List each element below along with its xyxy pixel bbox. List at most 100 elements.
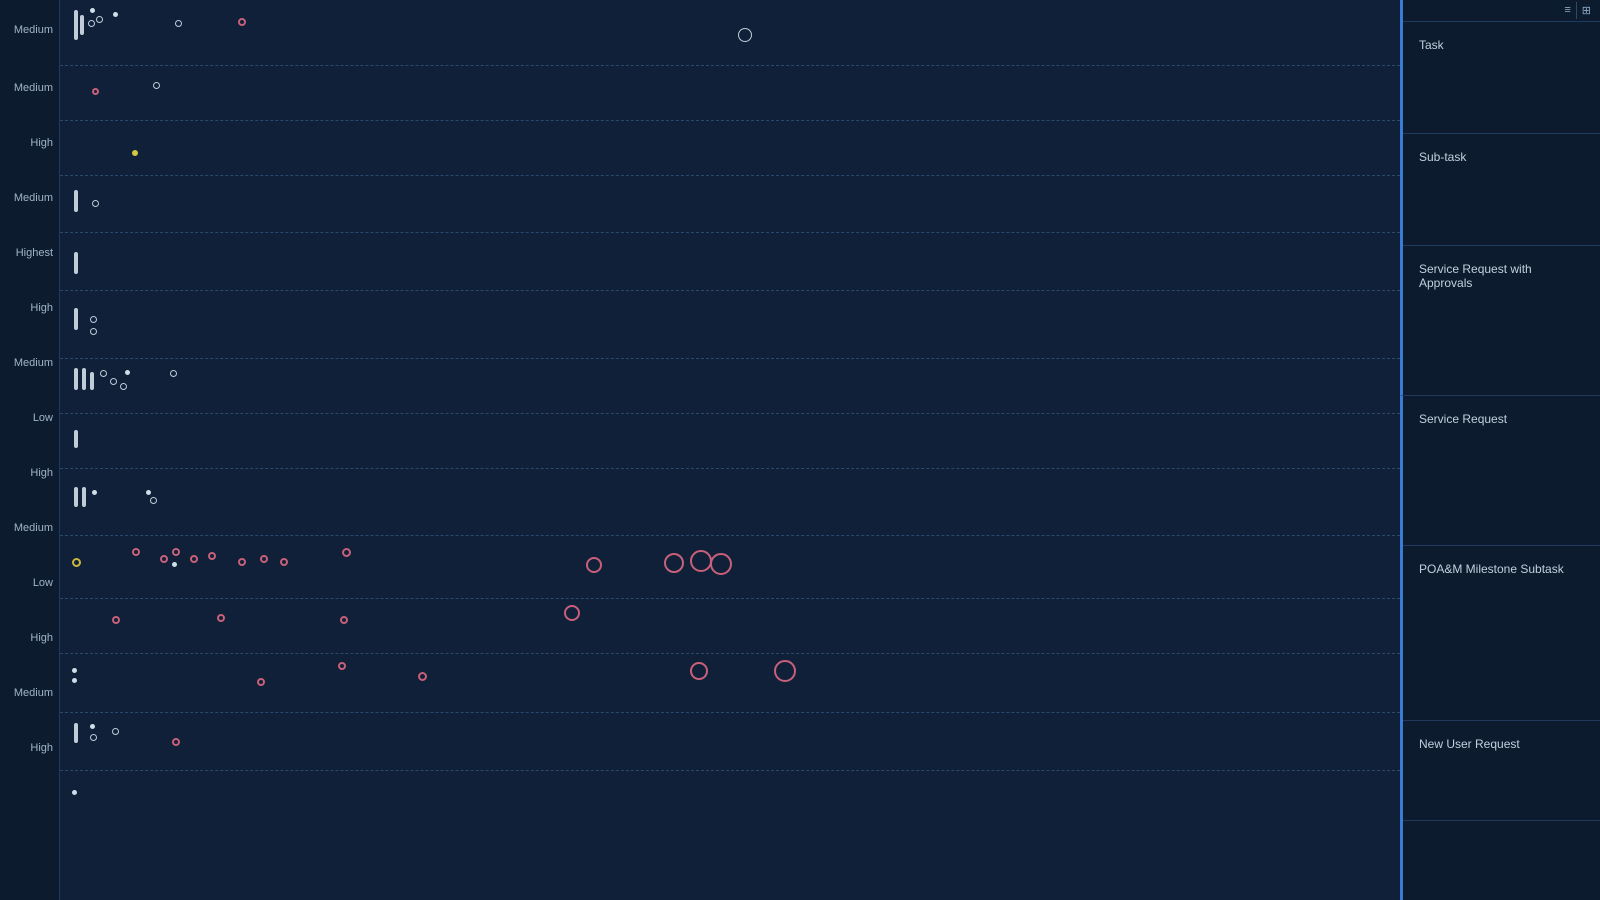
panel-label-task: Task: [1419, 38, 1444, 52]
dot-51: [172, 738, 180, 746]
bar-12: [74, 723, 78, 743]
dot-33: [586, 557, 602, 573]
dot-44: [338, 662, 346, 670]
dot-8: [92, 88, 99, 95]
label-highest: Highest: [0, 225, 59, 280]
dot-18: [170, 370, 177, 377]
panel-label-poam: POA&M Milestone Subtask: [1419, 562, 1564, 576]
panel-item-service-request-approvals: Service Request with Approvals: [1400, 246, 1600, 396]
panel-label-new-user: New User Request: [1419, 737, 1520, 751]
dashed-line-6: [60, 358, 1400, 359]
dot-19: [92, 490, 97, 495]
dot-36: [710, 553, 732, 575]
main-chart-area: [60, 0, 1400, 900]
dot-24: [160, 555, 168, 563]
label-low-2: Low: [0, 555, 59, 610]
bar-4: [74, 252, 78, 274]
dot-48: [90, 724, 95, 729]
panel-label-subtask: Sub-task: [1419, 150, 1466, 164]
dot-4: [113, 12, 118, 17]
dashed-line-4: [60, 232, 1400, 233]
dot-40: [564, 605, 580, 621]
dot-50: [112, 728, 119, 735]
dot-52: [72, 790, 77, 795]
label-high-4: High: [0, 610, 59, 665]
dot-45: [418, 672, 427, 681]
dot-49: [90, 734, 97, 741]
dot-34: [664, 553, 684, 573]
bar-10: [74, 487, 78, 507]
dot-38: [217, 614, 225, 622]
dashed-line-13: [60, 770, 1400, 771]
panel-label-service-request: Service Request: [1419, 412, 1507, 426]
dot-23: [132, 548, 140, 556]
dot-41: [72, 668, 77, 673]
dot-37: [112, 616, 120, 624]
dot-43: [257, 678, 265, 686]
bar-11: [82, 487, 86, 507]
dot-21: [150, 497, 157, 504]
dot-29: [238, 558, 246, 566]
dot-10: [132, 150, 138, 156]
bar-3: [74, 190, 78, 212]
dot-22: [72, 558, 81, 567]
label-medium-5: Medium: [0, 500, 59, 555]
label-high-3: High: [0, 445, 59, 500]
bar-1: [74, 10, 78, 40]
label-high-5: High: [0, 720, 59, 775]
bar-8: [90, 372, 94, 390]
dot-9: [153, 82, 160, 89]
label-high-1: High: [0, 115, 59, 170]
bar-2: [80, 15, 84, 35]
control-btn-2[interactable]: ⊞: [1577, 2, 1596, 19]
dot-15: [110, 378, 117, 385]
label-medium-1: Medium: [0, 0, 59, 60]
dot-12: [90, 316, 97, 323]
dashed-line-1: [60, 65, 1400, 66]
dot-42: [72, 678, 77, 683]
control-btn-1[interactable]: ≡: [1559, 2, 1576, 19]
dot-32: [342, 548, 351, 557]
panel-label-service-request-approvals: Service Request with Approvals: [1419, 262, 1584, 290]
dot-17: [125, 370, 130, 375]
panel-item-subtask: Sub-task: [1403, 134, 1600, 246]
bar-9: [74, 430, 78, 448]
dot-47: [774, 660, 796, 682]
dot-2: [96, 16, 103, 23]
right-panel: ≡ ⊞ Task Sub-task Service Request with A…: [1400, 0, 1600, 900]
dot-3: [90, 8, 95, 13]
bar-7: [82, 368, 86, 390]
label-medium-4: Medium: [0, 335, 59, 390]
dot-6: [238, 18, 246, 26]
label-low-1: Low: [0, 390, 59, 445]
dot-25: [172, 548, 180, 556]
dot-27: [190, 555, 198, 563]
dot-16: [120, 383, 127, 390]
bar-6: [74, 368, 78, 390]
dot-7: [738, 28, 752, 42]
dot-46: [690, 662, 708, 680]
dashed-line-10: [60, 598, 1400, 599]
dashed-line-9: [60, 535, 1400, 536]
label-medium-2: Medium: [0, 60, 59, 115]
dashed-line-2: [60, 120, 1400, 121]
label-high-2: High: [0, 280, 59, 335]
dot-11: [92, 200, 99, 207]
label-medium-3: Medium: [0, 170, 59, 225]
panel-item-new-user: New User Request: [1403, 721, 1600, 821]
label-medium-6: Medium: [0, 665, 59, 720]
dot-28: [208, 552, 216, 560]
dashed-line-5: [60, 290, 1400, 291]
panel-item-service-request: Service Request: [1403, 396, 1600, 546]
dot-26: [172, 562, 177, 567]
dot-5: [175, 20, 182, 27]
dashed-line-12: [60, 712, 1400, 713]
panel-item-task: Task: [1403, 22, 1600, 134]
dot-20: [146, 490, 151, 495]
dashed-line-11: [60, 653, 1400, 654]
dashed-line-3: [60, 175, 1400, 176]
panel-item-poam: POA&M Milestone Subtask: [1403, 546, 1600, 721]
dot-35: [690, 550, 712, 572]
dashed-line-8: [60, 468, 1400, 469]
dot-31: [280, 558, 288, 566]
